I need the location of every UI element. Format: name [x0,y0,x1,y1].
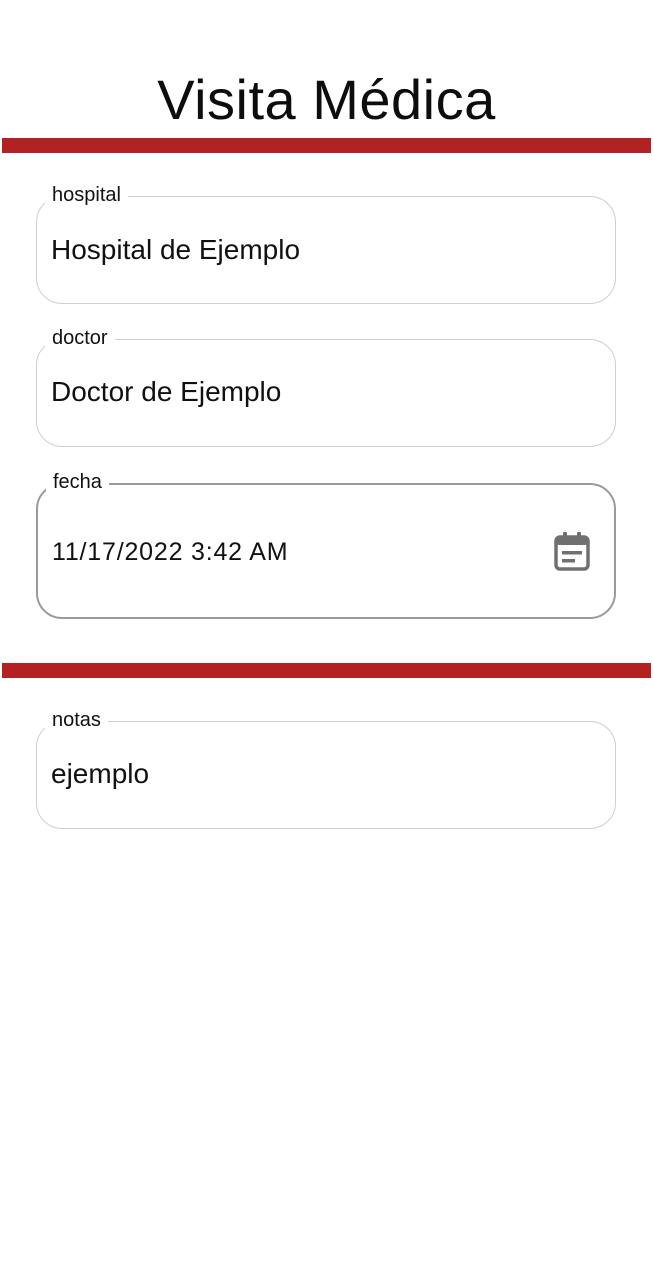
page-title: Visita Médica [157,67,496,131]
notas-label: notas [45,708,108,732]
doctor-field[interactable]: doctor Doctor de Ejemplo [36,326,616,447]
doctor-value[interactable]: Doctor de Ejemplo [51,375,555,409]
calendar-icon[interactable] [554,531,590,571]
hospital-label: hospital [45,183,128,207]
fecha-value[interactable]: 11/17/2022 3:42 AM [52,535,554,569]
notas-field[interactable]: notas ejemplo [36,708,616,829]
hospital-value[interactable]: Hospital de Ejemplo [51,233,555,267]
section-divider-2 [2,663,651,678]
section-divider [2,138,651,153]
notas-value[interactable]: ejemplo [51,757,555,791]
hospital-field[interactable]: hospital Hospital de Ejemplo [36,183,616,304]
fecha-label: fecha [46,470,109,494]
fecha-field[interactable]: fecha 11/17/2022 3:42 AM [36,470,616,619]
doctor-label: doctor [45,326,115,350]
